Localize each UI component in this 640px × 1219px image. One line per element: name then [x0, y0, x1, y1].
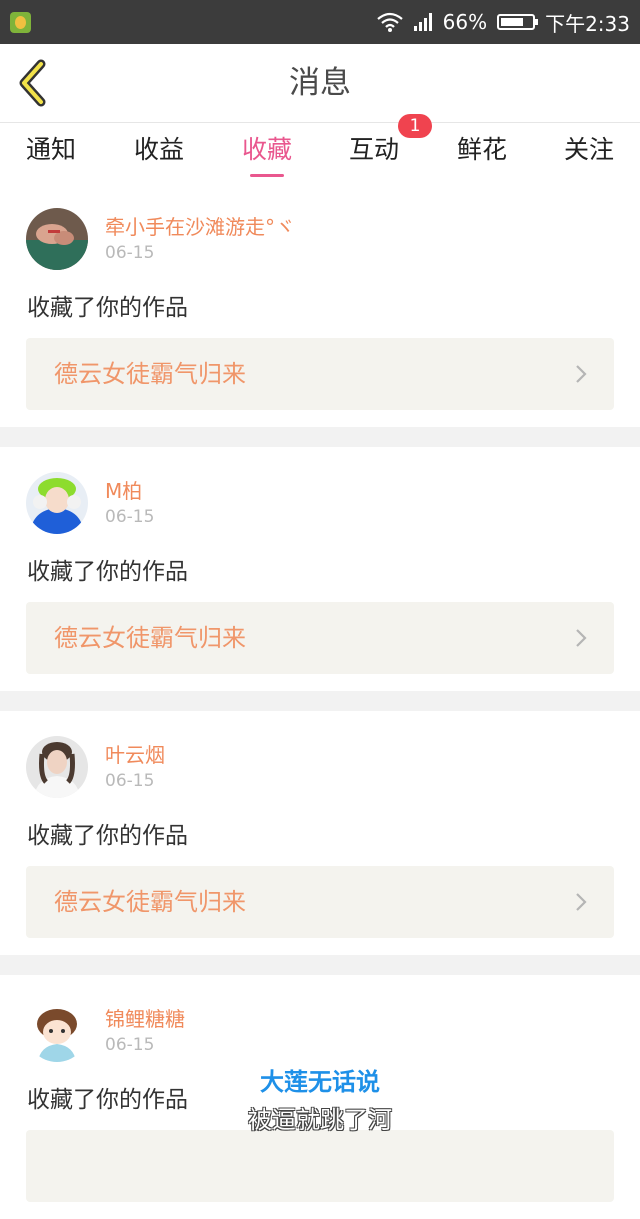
work-link[interactable]: 德云女徒霸气归来 [26, 602, 614, 674]
username[interactable]: 叶云烟 [105, 739, 165, 768]
battery-percent: 66% [442, 10, 488, 34]
page-title: 消息 [289, 65, 351, 101]
list-item: 锦鲤糖糖 06-15 收藏了你的作品 [0, 975, 640, 1219]
tab-favorites[interactable]: 收藏 [240, 123, 294, 183]
list-item: M柏 06-15 收藏了你的作品 德云女徒霸气归来 [0, 447, 640, 691]
wifi-icon [376, 12, 403, 32]
work-link[interactable]: 德云女徒霸气归来 [26, 866, 614, 938]
work-title: 德云女徒霸气归来 [54, 624, 246, 652]
avatar[interactable] [26, 1000, 88, 1062]
chevron-right-icon [576, 365, 587, 383]
work-link[interactable] [26, 1130, 614, 1202]
status-bar: 66% 下午2:33 [0, 0, 640, 44]
avatar[interactable] [26, 472, 88, 534]
tab-label: 收益 [133, 135, 184, 164]
username[interactable]: M柏 [105, 475, 142, 504]
timestamp: 06-15 [105, 243, 155, 263]
chevron-right-icon [576, 629, 587, 647]
action-text: 收藏了你的作品 [27, 823, 188, 849]
chevron-right-icon [576, 893, 587, 911]
status-right-group: 66% 下午2:33 [376, 0, 630, 44]
tab-label: 鲜花 [456, 135, 507, 164]
unread-badge: 1 [398, 114, 432, 138]
list-item: 牵小手在沙滩游走°ヾ 06-15 收藏了你的作品 德云女徒霸气归来 [0, 183, 640, 427]
tab-flowers[interactable]: 鲜花 [455, 123, 509, 183]
tab-label: 收藏 [241, 135, 292, 164]
tab-label: 互动 [348, 135, 399, 164]
battery-icon [497, 14, 539, 30]
status-time: 下午2:33 [545, 11, 630, 36]
active-tab-indicator [250, 174, 284, 177]
timestamp: 06-15 [105, 1035, 155, 1055]
tab-earnings[interactable]: 收益 [132, 123, 186, 183]
tab-label: 关注 [563, 135, 614, 164]
action-text: 收藏了你的作品 [27, 559, 188, 585]
subtitle-line-1: 大莲无话说 [260, 1068, 380, 1096]
tab-bar: 通知 收益 收藏 互动 1 鲜花 关注 [0, 114, 640, 183]
signal-icon [413, 13, 432, 31]
work-link[interactable]: 德云女徒霸气归来 [26, 338, 614, 410]
work-title: 德云女徒霸气归来 [54, 888, 246, 916]
tab-follows[interactable]: 关注 [562, 123, 616, 183]
username[interactable]: 锦鲤糖糖 [105, 1003, 185, 1032]
timestamp: 06-15 [105, 771, 155, 791]
timestamp: 06-15 [105, 507, 155, 527]
work-title: 德云女徒霸气归来 [54, 360, 246, 388]
tab-label: 通知 [25, 135, 76, 164]
tab-interactions[interactable]: 互动 1 [347, 114, 432, 183]
list-item: 叶云烟 06-15 收藏了你的作品 德云女徒霸气归来 [0, 711, 640, 955]
avatar[interactable] [26, 736, 88, 798]
tab-notifications[interactable]: 通知 [24, 123, 78, 183]
action-text: 收藏了你的作品 [27, 295, 188, 321]
subtitle-line-2: 被逼就跳了河 [248, 1106, 392, 1134]
app-icon [10, 12, 31, 33]
nav-bar: 消息 [0, 44, 640, 123]
username[interactable]: 牵小手在沙滩游走°ヾ [105, 211, 295, 240]
avatar[interactable] [26, 208, 88, 270]
